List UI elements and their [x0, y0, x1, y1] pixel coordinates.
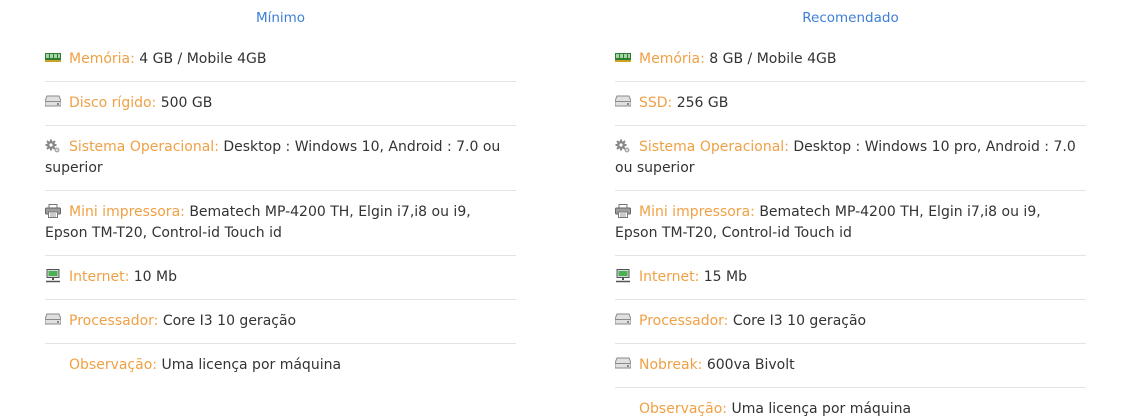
requirement-value: 256 GB [676, 95, 729, 111]
blank-icon-space [615, 401, 631, 415]
requirement-item: Observação: Uma licença por máquina [45, 344, 516, 387]
requirement-label: Nobreak: [639, 357, 703, 373]
requirement-value: Uma licença por máquina [161, 357, 342, 373]
requirement-value: Core I3 10 geração [162, 313, 297, 329]
requirement-value: Core I3 10 geração [732, 313, 867, 329]
requirement-label: Sistema Operacional: [69, 139, 219, 155]
hard-drive-icon [45, 95, 61, 109]
requirement-item: Nobreak: 600va Bivolt [615, 344, 1086, 388]
requirement-label: Processador: [639, 313, 729, 329]
requirement-value: Uma licença por máquina [731, 401, 912, 416]
requirement-value: 8 GB / Mobile 4GB [709, 51, 837, 67]
requirement-item: Mini impressora: Bematech MP-4200 TH, El… [45, 191, 516, 256]
requirement-label: Memória: [639, 51, 705, 67]
requirement-label: Memória: [69, 51, 135, 67]
requirement-item: Sistema Operacional: Desktop : Windows 1… [615, 126, 1086, 191]
blank-icon-space [45, 357, 61, 371]
requirement-item: Memória: 4 GB / Mobile 4GB [45, 38, 516, 82]
ups-icon [615, 357, 631, 371]
requirement-item: Memória: 8 GB / Mobile 4GB [615, 38, 1086, 82]
minimum-requirements-list: Memória: 4 GB / Mobile 4GB Disco rígido: … [45, 38, 516, 387]
requirement-item: Disco rígido: 500 GB [45, 82, 516, 126]
gear-icon [615, 139, 631, 153]
printer-icon [615, 204, 631, 218]
processor-icon [45, 313, 61, 327]
requirement-item: Processador: Core I3 10 geração [45, 300, 516, 344]
memory-icon [615, 51, 631, 65]
requirement-value: 600va Bivolt [706, 357, 795, 373]
requirement-item: Processador: Core I3 10 geração [615, 300, 1086, 344]
requirement-label: Sistema Operacional: [639, 139, 789, 155]
hard-drive-icon [615, 95, 631, 109]
requirement-label: Mini impressora: [69, 204, 185, 220]
requirement-label: Internet: [639, 269, 700, 285]
requirement-label: Processador: [69, 313, 159, 329]
requirement-label: SSD: [639, 95, 673, 111]
processor-icon [615, 313, 631, 327]
requirement-label: Mini impressora: [639, 204, 755, 220]
minimum-requirements-column: Mínimo Memória: 4 GB / Mobile 4GB Disco r… [45, 0, 516, 387]
minimum-title: Mínimo [255, 10, 306, 26]
requirement-label: Observação: [69, 357, 157, 373]
recommended-requirements-list: Memória: 8 GB / Mobile 4GB SSD: 256 GB Sis… [615, 38, 1086, 416]
requirement-item: Observação: Uma licença por máquina [615, 388, 1086, 416]
network-icon [45, 269, 61, 283]
printer-icon [45, 204, 61, 218]
recommended-title: Recomendado [802, 10, 899, 26]
requirement-value: 500 GB [160, 95, 213, 111]
requirement-value: 4 GB / Mobile 4GB [139, 51, 267, 67]
requirement-item: Mini impressora: Bematech MP-4200 TH, El… [615, 191, 1086, 256]
requirement-item: Sistema Operacional: Desktop : Windows 1… [45, 126, 516, 191]
requirement-value: 15 Mb [703, 269, 747, 285]
requirement-item: Internet: 10 Mb [45, 256, 516, 300]
memory-icon [45, 51, 61, 65]
requirement-item: Internet: 15 Mb [615, 256, 1086, 300]
requirement-label: Internet: [69, 269, 130, 285]
requirement-label: Observação: [639, 401, 727, 416]
requirement-item: SSD: 256 GB [615, 82, 1086, 126]
requirement-label: Disco rígido: [69, 95, 157, 111]
recommended-requirements-column: Recomendado Memória: 8 GB / Mobile 4GB SS… [615, 0, 1086, 416]
network-icon [615, 269, 631, 283]
requirement-value: 10 Mb [133, 269, 177, 285]
gear-icon [45, 139, 61, 153]
